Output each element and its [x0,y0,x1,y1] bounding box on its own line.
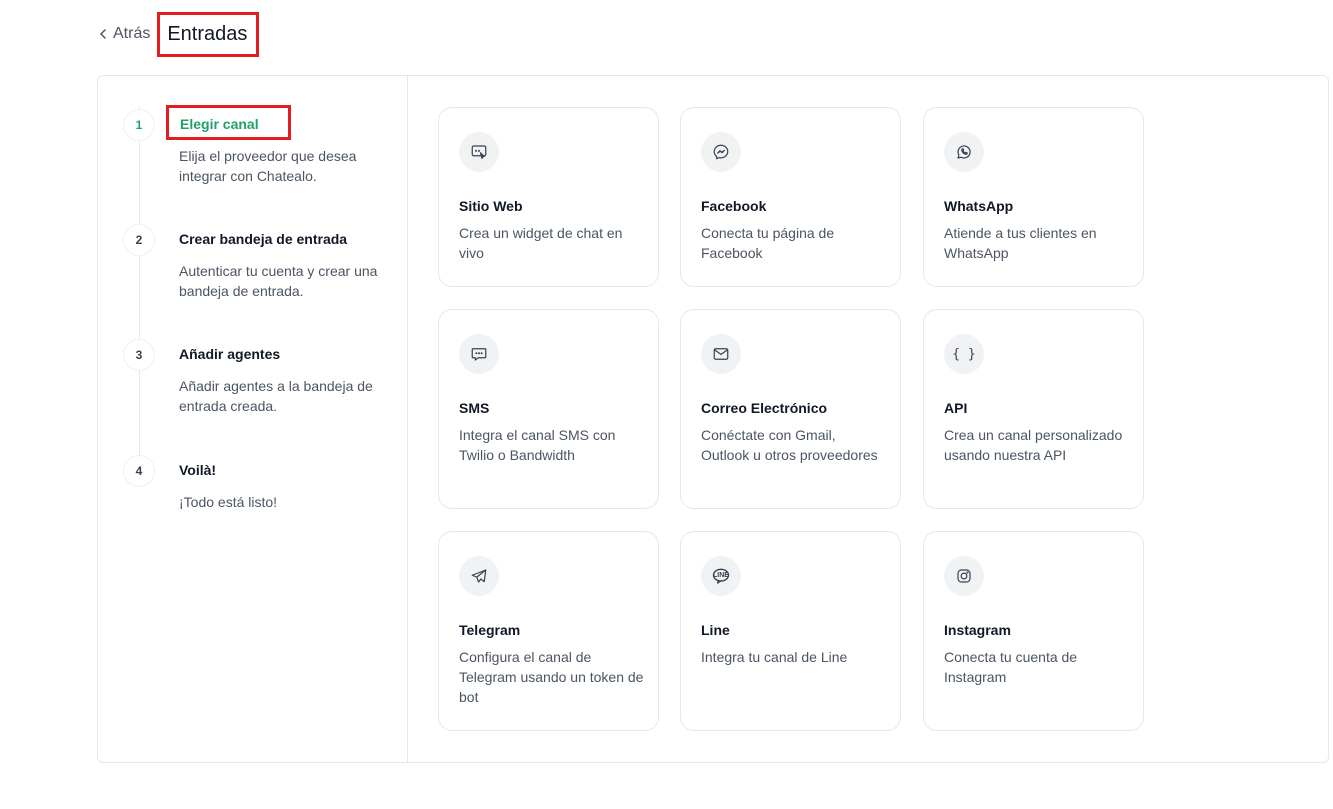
channel-card-email[interactable]: Correo Electrónico Conéctate con Gmail, … [680,309,901,509]
steps-connector [139,106,140,466]
step-description: ¡Todo está listo! [179,494,278,510]
channel-title: Line [701,622,730,638]
page-title: Entradas [157,11,260,57]
channel-title: Facebook [701,198,767,214]
channel-card-sms[interactable]: SMS Integra el canal SMS con Twilio o Ba… [438,309,659,509]
channel-title: Correo Electrónico [701,400,828,416]
channel-description: Conecta tu página de Facebook [701,225,835,261]
messenger-icon [701,132,741,172]
channel-card-telegram[interactable]: Telegram Configura el canal de Telegram … [438,531,659,731]
channel-description: Crea un widget de chat en vivo [459,225,623,261]
chevron-left-icon [99,29,106,39]
channel-description: Integra tu canal de Line [701,649,848,665]
channel-title: Sitio Web [459,198,523,214]
step-description: Autenticar tu cuenta y crear una bandeja… [179,263,378,299]
page-header: Atrás Entradas [97,11,260,57]
channel-card-instagram[interactable]: Instagram Conecta tu cuenta de Instagram [923,531,1144,731]
step-title: Elegir canal [166,105,291,140]
channel-card-whatsapp[interactable]: WhatsApp Atiende a tus clientes en Whats… [923,107,1144,287]
mail-icon [701,334,741,374]
channel-description: Crea un canal personalizado usando nuest… [944,427,1123,463]
instagram-icon [944,556,984,596]
line-icon: LINE [701,556,741,596]
step-number: 4 [123,455,155,487]
website-chat-icon [459,132,499,172]
channel-description: Integra el canal SMS con Twilio o Bandwi… [459,427,616,463]
braces-icon: { } [944,334,984,374]
channel-description: Conecta tu cuenta de Instagram [944,649,1078,685]
step-number: 2 [123,224,155,256]
step-number: 3 [123,339,155,371]
step-description: Elija el proveedor que desea integrar co… [179,148,357,184]
channel-card-api[interactable]: { } API Crea un canal personalizado usan… [923,309,1144,509]
channel-title: Instagram [944,622,1011,638]
channel-description: Conéctate con Gmail, Outlook u otros pro… [701,427,878,463]
telegram-icon [459,556,499,596]
channel-description: Configura el canal de Telegram usando un… [459,649,644,705]
channel-card-facebook[interactable]: Facebook Conecta tu página de Facebook [680,107,901,287]
step-number: 1 [123,109,155,141]
step-description: Añadir agentes a la bandeja de entrada c… [179,378,373,414]
channel-title: Telegram [459,622,521,638]
channel-card-website[interactable]: Sitio Web Crea un widget de chat en vivo [438,107,659,287]
step-title: Crear bandeja de entrada [179,231,348,247]
back-button[interactable]: Atrás [97,25,150,43]
channel-title: WhatsApp [944,198,1014,214]
channel-title: SMS [459,400,490,416]
whatsapp-icon [944,132,984,172]
step-title: Voilà! [179,462,217,478]
step-title: Añadir agentes [179,346,281,362]
channel-card-line[interactable]: LINE Line Integra tu canal de Line [680,531,901,731]
sms-icon [459,334,499,374]
channel-title: API [944,400,968,416]
wizard-steps: 1 Elegir canal Elija el proveedor que de… [98,76,408,762]
channel-description: Atiende a tus clientes en WhatsApp [944,225,1097,261]
back-label: Atrás [113,25,151,42]
